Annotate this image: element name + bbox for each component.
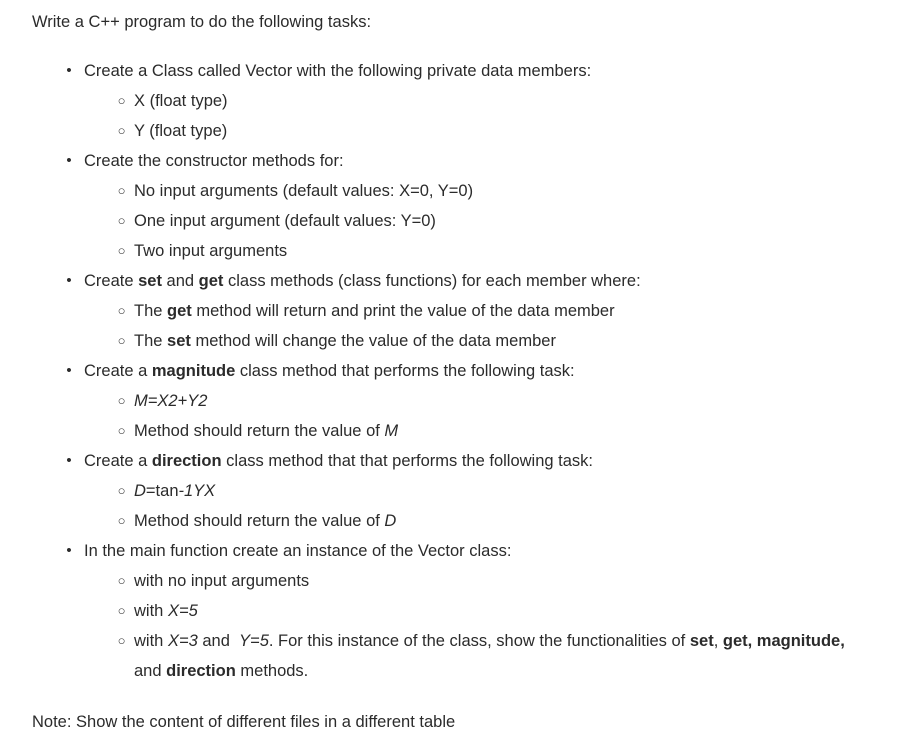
task-sublist-item: ○ Method should return the value of D: [84, 506, 898, 536]
task-sublist-item: ○ Y (float type): [84, 116, 898, 146]
bullet-icon: •: [66, 362, 72, 379]
task-sublist: ○ No input arguments (default values: X=0…: [84, 176, 898, 266]
task-list-item: • Create set and get class methods (class…: [0, 266, 898, 356]
sub-bullet-icon: ○: [117, 333, 126, 348]
task-list-item: • Create the constructor methods for: ○ No …: [0, 146, 898, 266]
task-subitem-text: One input argument (default values: Y=0): [134, 212, 436, 230]
sub-bullet-icon: ○: [117, 243, 126, 258]
task-sublist-item: ○ with no input arguments: [84, 566, 898, 596]
task-sublist: ○ with no input arguments ○ with X=5 ○ with X…: [84, 566, 898, 686]
task-sublist-item: ○ One input argument (default values: Y=0…: [84, 206, 898, 236]
task-subitem-text: No input arguments (default values: X=0,…: [134, 182, 474, 200]
task-sublist-item: ○ Two input arguments: [84, 236, 898, 266]
task-sublist-item: ○ The get method will return and print th…: [84, 296, 898, 326]
task-sublist: ○ The get method will return and print th…: [84, 296, 898, 356]
sub-bullet-icon: ○: [117, 423, 126, 438]
intro-paragraph: Write a C++ program to do the following …: [32, 13, 372, 31]
task-sublist-item: ○ The set method will change the value of…: [84, 326, 898, 356]
bullet-icon: •: [66, 272, 72, 289]
sub-bullet-icon: ○: [117, 513, 126, 528]
bullet-icon: •: [66, 152, 72, 169]
task-sublist-item: ○ D=tan-1YX: [84, 476, 898, 506]
task-sublist-item: ○ with X=5: [84, 596, 898, 626]
task-subitem-text: Method should return the value of M: [134, 422, 399, 440]
sub-bullet-icon: ○: [117, 603, 126, 618]
sub-bullet-icon: ○: [117, 183, 126, 198]
task-sublist: ○ X (float type) ○ Y (float type): [84, 86, 898, 146]
sub-bullet-icon: ○: [117, 483, 126, 498]
task-item-text: Create set and get class methods (class …: [84, 272, 641, 290]
task-sublist-item: ○ No input arguments (default values: X=0…: [84, 176, 898, 206]
task-sublist-item: ○ X (float type): [84, 86, 898, 116]
document-page: Write a C++ program to do the following …: [0, 0, 898, 751]
task-list-item: • Create a Class called Vector with the f…: [0, 56, 898, 146]
task-subitem-text: M=X2+Y2: [134, 392, 208, 410]
sub-bullet-icon: ○: [117, 393, 126, 408]
task-list-item: • Create a magnitude class method that pe…: [0, 356, 898, 446]
bullet-icon: •: [66, 62, 72, 79]
task-list-item: • Create a direction class method that th…: [0, 446, 898, 536]
task-subitem-text: The get method will return and print the…: [134, 302, 615, 320]
task-sublist-item: ○ with X=3 and Y=5. For this instance of …: [84, 626, 898, 686]
task-item-text: Create a Class called Vector with the fo…: [84, 62, 592, 80]
sub-bullet-icon: ○: [117, 123, 126, 138]
sub-bullet-icon: ○: [117, 303, 126, 318]
task-sublist-item: ○ Method should return the value of M: [84, 416, 898, 446]
task-subitem-text: Method should return the value of D: [134, 512, 397, 530]
task-subitem-text: with no input arguments: [134, 572, 310, 590]
task-subitem-text: Two input arguments: [134, 242, 288, 260]
sub-bullet-icon: ○: [117, 213, 126, 228]
task-subitem-text: Y (float type): [134, 122, 228, 140]
task-subitem-text: The set method will change the value of …: [134, 332, 556, 350]
task-item-text: Create the constructor methods for:: [84, 152, 344, 170]
task-subitem-text: with X=5: [134, 602, 198, 620]
bullet-icon: •: [66, 542, 72, 559]
bullet-icon: •: [66, 452, 72, 469]
task-sublist: ○ D=tan-1YX ○ Method should return the valu…: [84, 476, 898, 536]
sub-bullet-icon: ○: [117, 93, 126, 108]
task-sublist-item: ○ M=X2+Y2: [84, 386, 898, 416]
task-list-item: • In the main function create an instance…: [0, 536, 898, 686]
task-sublist: ○ M=X2+Y2 ○ Method should return the value …: [84, 386, 898, 446]
note-paragraph: Note: Show the content of different file…: [32, 713, 456, 731]
task-subitem-text: X (float type): [134, 92, 228, 110]
sub-bullet-icon: ○: [117, 633, 126, 648]
task-subitem-text: with X=3 and Y=5. For this instance of t…: [134, 632, 845, 680]
task-list: • Create a Class called Vector with the f…: [0, 56, 898, 686]
sub-bullet-icon: ○: [117, 573, 126, 588]
task-item-text: Create a direction class method that tha…: [84, 452, 593, 470]
task-subitem-text: D=tan-1YX: [134, 482, 216, 500]
task-item-text: In the main function create an instance …: [84, 542, 512, 560]
task-item-text: Create a magnitude class method that per…: [84, 362, 575, 380]
